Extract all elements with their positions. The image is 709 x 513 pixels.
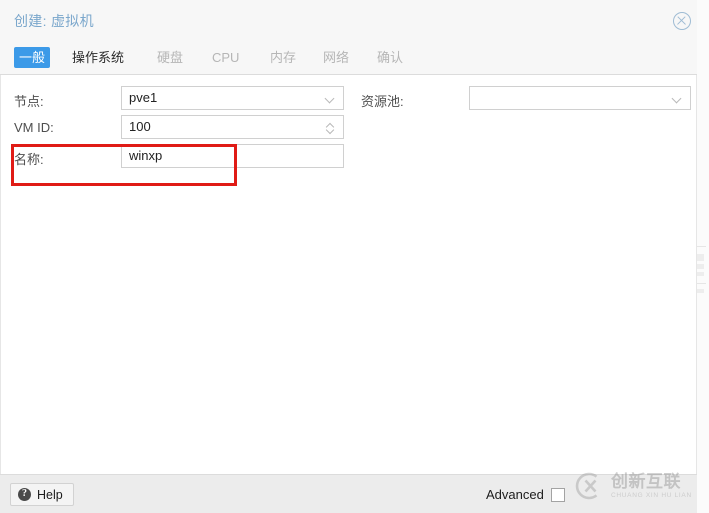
tab-network[interactable]: 网络 <box>318 47 354 68</box>
name-label: 名称: <box>14 152 44 167</box>
create-vm-dialog-window: 创建: 虚拟机 一般 操作系统 硬盘 CPU 内存 网络 确认 节点: pve1 <box>0 0 709 513</box>
spinner-arrows-icon[interactable] <box>325 120 336 136</box>
create-vm-dialog: 创建: 虚拟机 一般 操作系统 硬盘 CPU 内存 网络 确认 节点: pve1 <box>0 0 697 513</box>
help-button[interactable]: ? Help <box>10 483 74 506</box>
advanced-toggle[interactable]: Advanced <box>486 487 565 502</box>
tab-hard-disk[interactable]: 硬盘 <box>152 47 188 68</box>
question-circle-icon: ? <box>18 488 31 501</box>
wizard-tab-bar: 一般 操作系统 硬盘 CPU 内存 网络 确认 <box>0 41 697 75</box>
chevron-down-icon[interactable] <box>326 95 335 104</box>
tab-os[interactable]: 操作系统 <box>67 47 129 68</box>
dialog-header: 创建: 虚拟机 <box>0 0 697 41</box>
tab-general[interactable]: 一般 <box>14 47 51 68</box>
advanced-checkbox[interactable] <box>550 487 565 502</box>
close-icon[interactable] <box>673 12 691 30</box>
resource-pool-combobox[interactable] <box>469 86 691 110</box>
vmid-label: VM ID: <box>14 120 54 135</box>
tab-confirm[interactable]: 确认 <box>372 47 408 68</box>
vmid-stepper[interactable]: 100 <box>121 115 344 139</box>
name-value: winxp <box>129 148 163 163</box>
tab-memory[interactable]: 内存 <box>265 47 301 68</box>
dialog-footer: ? Help Advanced <box>0 474 697 513</box>
help-button-label: Help <box>37 487 63 502</box>
tab-cpu[interactable]: CPU <box>207 47 244 68</box>
chevron-down-icon[interactable] <box>673 95 682 104</box>
name-input[interactable]: winxp <box>121 144 344 168</box>
vmid-value: 100 <box>129 119 151 134</box>
dialog-title: 创建: 虚拟机 <box>14 13 94 29</box>
node-combobox[interactable]: pve1 <box>121 86 344 110</box>
dialog-body: 节点: pve1 VM ID: 100 名称: winxp 资源池: <box>0 75 697 474</box>
resource-pool-label: 资源池: <box>361 94 404 109</box>
node-value: pve1 <box>129 90 158 105</box>
node-label: 节点: <box>14 94 44 109</box>
advanced-label: Advanced <box>486 487 544 502</box>
